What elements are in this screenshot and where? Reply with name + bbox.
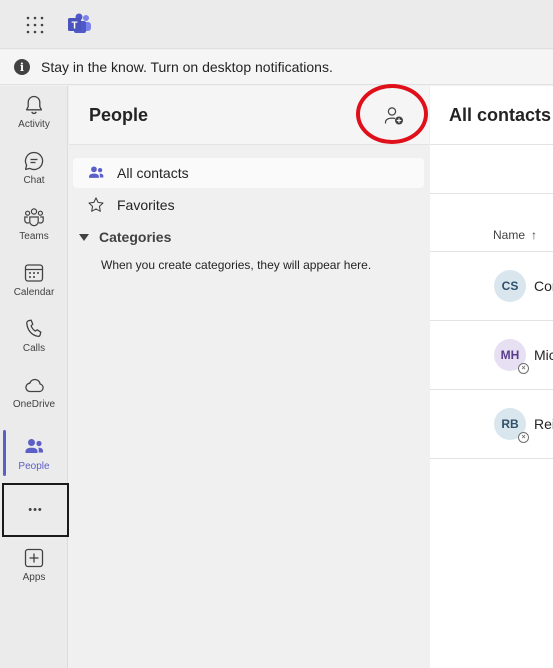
people-panel: People All contacts Favorites Categories… (69, 84, 429, 668)
nav-all-contacts[interactable]: All contacts (73, 158, 424, 188)
categories-hint: When you create categories, they will ap… (101, 258, 372, 272)
rail-item-people[interactable]: People (0, 436, 68, 472)
rail-label: Teams (19, 231, 49, 242)
app-launcher-icon[interactable] (26, 16, 44, 34)
highlight-circle (356, 84, 428, 144)
contact-row[interactable]: MH × Mic (430, 321, 553, 390)
contact-name: Cor (534, 278, 553, 294)
rail-item-onedrive[interactable]: OneDrive (0, 374, 68, 410)
cloud-icon (25, 378, 44, 393)
avatar-initials: RB (501, 417, 519, 431)
teams-icon (24, 208, 44, 227)
avatar: RB × (494, 408, 529, 443)
categories-label: Categories (99, 229, 172, 245)
rail-item-calls[interactable]: Calls (0, 318, 68, 354)
rail-label: Apps (22, 572, 46, 583)
contacts-title: All contacts (449, 105, 552, 125)
column-label: Name (493, 228, 526, 242)
contact-name: Mic (534, 347, 553, 363)
rail-label: Activity (18, 119, 50, 130)
avatar: MH × (494, 339, 529, 374)
more-apps-button[interactable]: ••• (2, 483, 69, 537)
app-rail: Activity Chat Teams Calendar Calls OneDr… (0, 86, 69, 668)
presence-offline-icon: × (518, 432, 529, 443)
title-bar: T (0, 0, 553, 49)
avatar-initials: CS (501, 279, 519, 293)
banner-text: Stay in the know. Turn on desktop notifi… (41, 59, 333, 75)
chat-icon (24, 151, 44, 171)
rail-item-chat[interactable]: Chat (0, 150, 68, 186)
column-header-name[interactable]: Name ↑ (493, 228, 537, 242)
phone-icon (26, 319, 42, 337)
star-icon (88, 197, 104, 212)
rail-label: Chat (23, 175, 45, 186)
panel-header: People (69, 84, 429, 145)
rail-item-calendar[interactable]: Calendar (0, 262, 68, 298)
sort-ascending-icon: ↑ (531, 228, 538, 242)
nav-favorites[interactable]: Favorites (73, 190, 424, 220)
categories-toggle[interactable]: Categories (79, 229, 171, 245)
rail-label: Calls (22, 343, 46, 354)
rail-label: People (18, 461, 50, 472)
contact-row[interactable]: RB × Rei (430, 390, 553, 459)
calendar-icon (24, 264, 44, 282)
contact-name: Rei (534, 416, 553, 432)
contact-row[interactable]: CS Cor (430, 252, 553, 321)
avatar-initials: MH (500, 348, 520, 362)
page-title: People (89, 105, 149, 125)
nav-label: All contacts (117, 165, 189, 181)
rail-label: Calendar (13, 287, 55, 298)
people-icon (25, 439, 43, 453)
people-icon (89, 166, 104, 178)
avatar: CS (494, 270, 526, 302)
svg-text:T: T (71, 21, 77, 32)
rail-label: OneDrive (12, 399, 56, 410)
rail-item-activity[interactable]: Activity (0, 94, 68, 130)
nav-label: Favorites (117, 197, 175, 213)
bell-icon (25, 95, 43, 115)
more-options-icon: ••• (28, 504, 43, 516)
presence-offline-icon: × (518, 363, 529, 374)
divider (430, 193, 553, 194)
teams-logo-icon: T (68, 13, 91, 33)
rail-item-teams[interactable]: Teams (0, 206, 68, 242)
rail-item-apps[interactable]: Apps (0, 547, 68, 583)
add-app-icon (24, 548, 44, 568)
notification-banner: i Stay in the know. Turn on desktop noti… (0, 50, 553, 85)
contacts-pane: All contacts Name ↑ CS Cor MH× Mic RB× R… (430, 86, 553, 668)
info-icon: i (14, 59, 30, 75)
chevron-down-icon (79, 233, 89, 241)
contacts-header: All contacts (430, 86, 553, 145)
